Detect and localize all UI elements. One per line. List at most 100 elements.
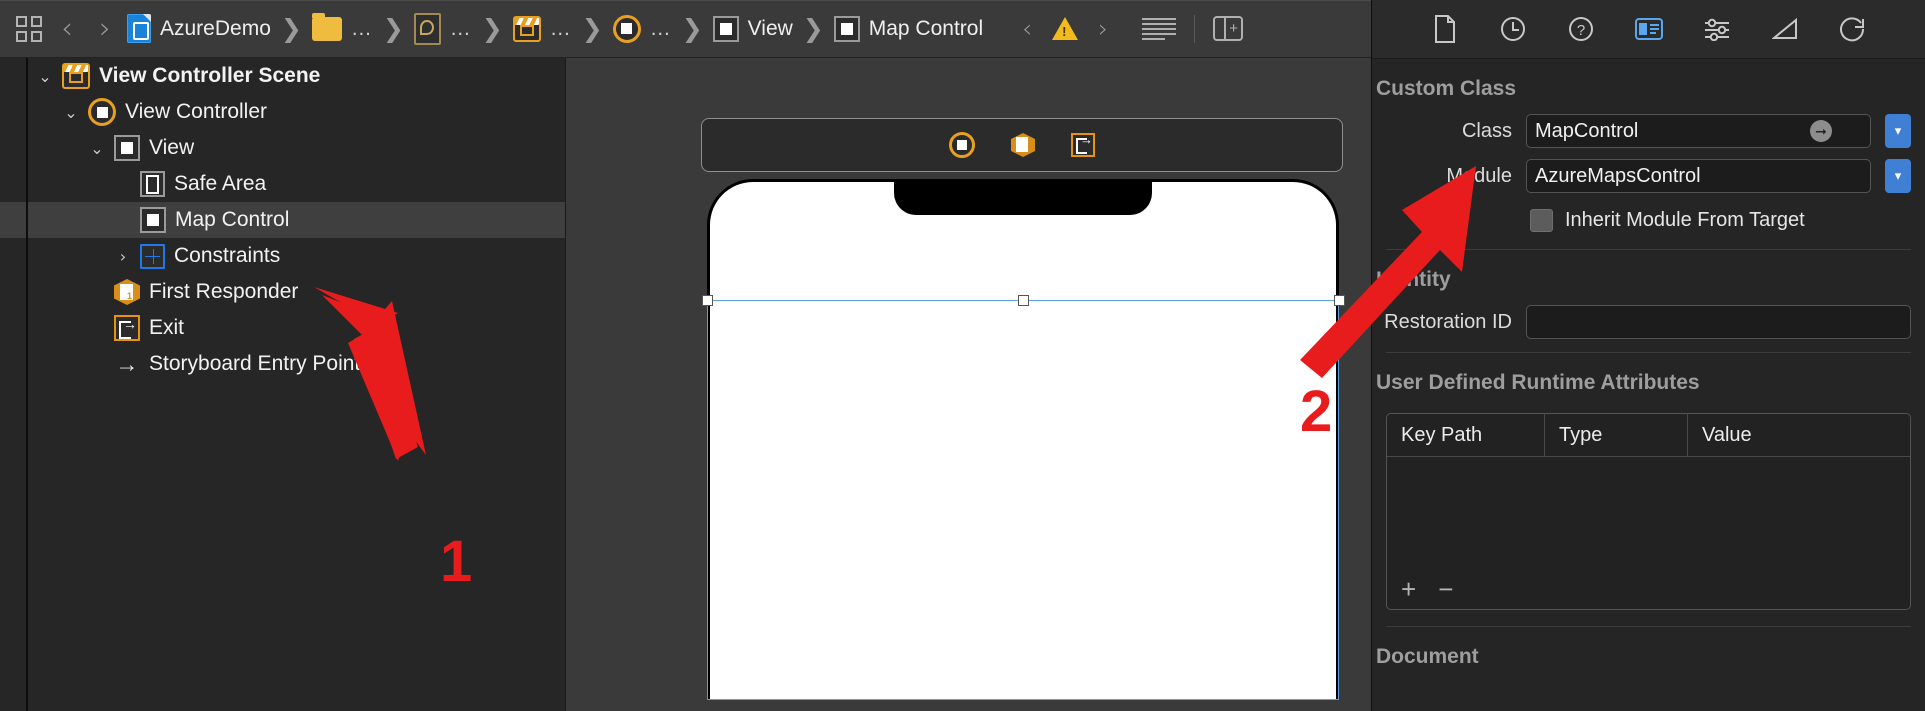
- outline-row-view-controller[interactable]: ⌄ View Controller: [0, 94, 565, 130]
- outline-row-label: View Controller: [125, 100, 268, 123]
- disclosure-triangle-icon[interactable]: ⌄: [34, 67, 56, 86]
- identity-inspector-icon[interactable]: [1634, 14, 1664, 44]
- resize-handle-top-right[interactable]: [1334, 295, 1345, 306]
- column-header-key-path: Key Path: [1401, 423, 1483, 446]
- breadcrumb-label: …: [350, 16, 373, 40]
- inherit-module-checkbox[interactable]: [1530, 208, 1553, 232]
- class-field[interactable]: MapControl ➞: [1526, 114, 1871, 148]
- attributes-inspector-icon[interactable]: [1702, 14, 1732, 44]
- breadcrumb-item-folder[interactable]: …: [309, 12, 376, 43]
- help-inspector-icon[interactable]: ?: [1566, 14, 1596, 44]
- document-items-button[interactable]: [1138, 11, 1180, 47]
- back-button[interactable]: ‹: [48, 11, 86, 47]
- outline-row-label: Exit: [149, 316, 185, 339]
- disclosure-triangle-icon[interactable]: ⌄: [86, 139, 108, 158]
- connections-inspector-icon[interactable]: [1838, 14, 1868, 44]
- editor-area: ‹ › AzureDemo ❯ … ❯ … ❯ … ❯ … ❯ View ❯ M…: [0, 0, 1371, 711]
- outline-row-exit[interactable]: . Exit: [0, 310, 565, 346]
- outline-row-view-controller-scene[interactable]: ⌄ View Controller Scene: [0, 58, 565, 94]
- outline-row-constraints[interactable]: › Constraints: [0, 238, 565, 274]
- size-inspector-icon[interactable]: [1770, 14, 1800, 44]
- restoration-id-row: Restoration ID: [1372, 302, 1925, 342]
- next-issue-button[interactable]: ›: [1084, 11, 1122, 47]
- grid-icon: [16, 15, 42, 42]
- scene-icon: [62, 63, 90, 89]
- module-dropdown-button[interactable]: ▾: [1885, 159, 1911, 193]
- chevron-right-icon: ›: [99, 11, 111, 45]
- view-icon: [114, 135, 140, 161]
- breadcrumb-label: AzureDemo: [160, 16, 271, 40]
- breadcrumb-item-view[interactable]: View: [710, 14, 796, 44]
- remove-attribute-button[interactable]: −: [1438, 576, 1453, 602]
- view-icon: [833, 15, 860, 42]
- add-editor-button[interactable]: +: [1209, 11, 1247, 47]
- resize-handle-top-center[interactable]: [1018, 295, 1029, 306]
- add-attribute-button[interactable]: +: [1401, 576, 1416, 602]
- breadcrumb-separator-icon: ❯: [681, 14, 703, 43]
- outline-row-label: View Controller Scene: [99, 64, 321, 87]
- breadcrumb-item-map-control[interactable]: Map Control: [831, 14, 986, 44]
- outline-row-map-control[interactable]: . Map Control: [0, 202, 565, 238]
- folder-icon: [311, 12, 342, 41]
- related-items-button[interactable]: [10, 11, 48, 47]
- scene-dock[interactable]: [701, 118, 1343, 172]
- runtime-attributes-table[interactable]: Key Path Type Value + −: [1386, 413, 1911, 610]
- identity-inspector-panel: ? Custom Class Class MapControl ➞ ▾ Modu…: [1371, 0, 1925, 711]
- inherit-module-label: Inherit Module From Target: [1565, 208, 1805, 231]
- table-body-empty[interactable]: [1387, 457, 1910, 569]
- breadcrumb-separator-icon: ❯: [802, 14, 824, 43]
- breadcrumb-label: View: [747, 16, 793, 40]
- disclosure-triangle-icon[interactable]: ›: [112, 247, 134, 266]
- scene-icon: [512, 15, 541, 42]
- breadcrumb-item-project[interactable]: AzureDemo: [124, 12, 274, 45]
- view-controller-icon: [88, 98, 116, 126]
- column-header-value: Value: [1687, 414, 1910, 456]
- file-icon: [413, 12, 441, 45]
- breadcrumb-label: …: [549, 16, 572, 40]
- file-inspector-icon[interactable]: [1430, 14, 1460, 44]
- constraints-icon: [140, 243, 165, 269]
- history-inspector-icon[interactable]: [1498, 14, 1528, 44]
- table-footer: + −: [1387, 569, 1910, 609]
- class-dropdown-button[interactable]: ▾: [1885, 114, 1911, 148]
- view-icon: [140, 207, 166, 233]
- document-items-icon: [1142, 17, 1177, 40]
- outline-row-label: Constraints: [174, 244, 281, 267]
- chevron-right-icon: ›: [1098, 14, 1109, 43]
- selected-view-outline[interactable]: [707, 300, 1339, 700]
- annotation-label-2: 2: [1300, 379, 1333, 444]
- outline-row-label: Safe Area: [174, 172, 267, 195]
- breadcrumb-label: …: [449, 16, 472, 40]
- xcode-window: ‹ › AzureDemo ❯ … ❯ … ❯ … ❯ … ❯ View ❯ M…: [0, 0, 1925, 711]
- previous-issue-button[interactable]: ‹: [1008, 11, 1046, 47]
- outline-row-safe-area[interactable]: . Safe Area: [0, 166, 565, 202]
- device-notch: [894, 179, 1152, 215]
- outline-row-storyboard-entry-point[interactable]: . → Storyboard Entry Point: [0, 346, 565, 382]
- breadcrumb-item-file[interactable]: …: [411, 11, 475, 47]
- disclosure-triangle-icon[interactable]: ⌄: [60, 103, 82, 122]
- storyboard-file-icon: [127, 14, 151, 43]
- document-section-title: Document: [1376, 645, 1479, 668]
- module-field[interactable]: AzureMapsControl: [1526, 159, 1871, 193]
- inherit-module-row[interactable]: Inherit Module From Target: [1372, 201, 1925, 239]
- outline-row-view[interactable]: ⌄ View: [0, 130, 565, 166]
- table-header-row: Key Path Type Value: [1387, 414, 1910, 457]
- breadcrumb-label: Map Control: [868, 16, 984, 40]
- forward-button[interactable]: ›: [86, 11, 124, 47]
- scene-dock-exit-icon[interactable]: [1071, 132, 1095, 157]
- resize-handle-top-left[interactable]: [702, 295, 713, 306]
- exit-icon: [114, 315, 140, 341]
- breadcrumb-item-view-controller[interactable]: …: [610, 13, 675, 45]
- issue-indicator[interactable]: [1046, 11, 1084, 47]
- interface-builder-canvas[interactable]: [566, 58, 1371, 711]
- document-outline[interactable]: ⌄ View Controller Scene ⌄ View Controlle…: [0, 58, 566, 711]
- breadcrumb-item-scene[interactable]: …: [510, 14, 575, 44]
- scene-dock-view-controller-icon[interactable]: [949, 132, 975, 158]
- warning-triangle-icon: [1052, 17, 1079, 40]
- restoration-id-input[interactable]: [1526, 305, 1911, 339]
- jump-bar: ‹ › AzureDemo ❯ … ❯ … ❯ … ❯ … ❯ View ❯ M…: [0, 0, 1371, 58]
- scene-dock-first-responder-icon[interactable]: [1011, 133, 1035, 157]
- class-label: Class: [1461, 119, 1512, 142]
- jump-to-definition-icon[interactable]: ➞: [1810, 120, 1832, 142]
- outline-row-first-responder[interactable]: . 1 First Responder: [0, 274, 565, 310]
